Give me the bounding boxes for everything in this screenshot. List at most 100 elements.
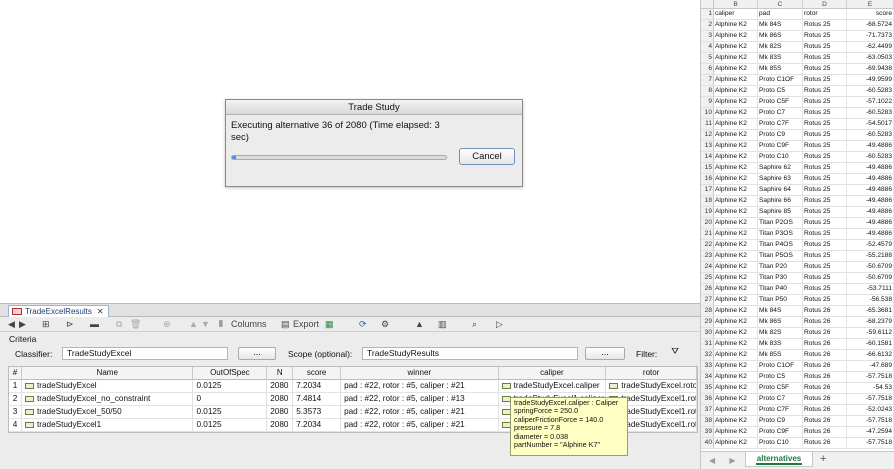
sheet-cell[interactable]: Rotus 25 bbox=[803, 251, 847, 261]
sheet-cell[interactable]: -68.5724 bbox=[847, 20, 894, 30]
sheet-cell[interactable]: -57.7518 bbox=[847, 372, 894, 382]
table-cell[interactable]: tradeStudyExcel.caliper bbox=[499, 380, 607, 392]
sheet-cell[interactable]: -68.2379 bbox=[847, 317, 894, 327]
sheet-cell[interactable]: Rotus 26 bbox=[803, 350, 847, 360]
sheet-cell[interactable]: Rotus 26 bbox=[803, 405, 847, 415]
sheet-cell[interactable]: Rotus 26 bbox=[803, 427, 847, 437]
sheet-cell[interactable]: Rotus 25 bbox=[803, 86, 847, 96]
delete-icon[interactable]: 🗑 bbox=[130, 319, 141, 330]
sheet-cell[interactable]: Alphine K2 bbox=[714, 53, 758, 63]
sheet-cell[interactable]: -60.5283 bbox=[847, 130, 894, 140]
table-cell[interactable]: 0.0125 bbox=[193, 380, 268, 392]
sheet-cell[interactable]: Rotus 26 bbox=[803, 383, 847, 393]
sheet-cell[interactable]: Alphine K2 bbox=[714, 295, 758, 305]
row-number[interactable]: 16 bbox=[701, 174, 714, 184]
row-number[interactable]: 17 bbox=[701, 185, 714, 195]
sheet-cell[interactable]: Mk 84S bbox=[758, 20, 803, 30]
move-up-icon[interactable]: ▲ bbox=[189, 319, 198, 330]
sheet-cell[interactable]: Proto C7 bbox=[758, 108, 803, 118]
sheet-cell[interactable]: Saphire 62 bbox=[758, 163, 803, 173]
sheet-cell[interactable]: Proto C5 bbox=[758, 372, 803, 382]
sheet-cell[interactable]: Alphine K2 bbox=[714, 339, 758, 349]
sheet-cell[interactable]: Proto C1OF bbox=[758, 75, 803, 85]
table-cell[interactable]: 5.3573 bbox=[293, 406, 342, 418]
table-cell[interactable]: 1 bbox=[9, 380, 22, 392]
search-icon[interactable]: ⌕ bbox=[472, 319, 477, 330]
back-arrow-icon[interactable]: ◀ bbox=[8, 319, 15, 330]
sheet-cell[interactable]: Rotus 25 bbox=[803, 185, 847, 195]
sheet-cell[interactable]: Rotus 26 bbox=[803, 361, 847, 371]
table-cell[interactable]: 4 bbox=[9, 419, 22, 431]
sheet-cell[interactable]: Alphine K2 bbox=[714, 284, 758, 294]
sheet-cell[interactable]: Rotus 25 bbox=[803, 295, 847, 305]
sheet-cell[interactable]: -57.7518 bbox=[847, 394, 894, 404]
row-number[interactable]: 31 bbox=[701, 339, 714, 349]
sheet-cell[interactable]: Rotus 26 bbox=[803, 317, 847, 327]
sheet-cell[interactable]: Saphire 66 bbox=[758, 196, 803, 206]
row-number[interactable]: 27 bbox=[701, 295, 714, 305]
row-number[interactable]: 7 bbox=[701, 75, 714, 85]
sheet-cell[interactable]: -60.5283 bbox=[847, 86, 894, 96]
sheet-cell[interactable]: Alphine K2 bbox=[714, 64, 758, 74]
sheet-cell[interactable]: -71.7373 bbox=[847, 31, 894, 41]
sheet-cell[interactable]: Mk 86S bbox=[758, 31, 803, 41]
row-number[interactable]: 9 bbox=[701, 97, 714, 107]
column-header[interactable]: B bbox=[714, 0, 758, 8]
row-number[interactable]: 34 bbox=[701, 372, 714, 382]
sheet-cell[interactable]: Alphine K2 bbox=[714, 141, 758, 151]
sheet-cell[interactable]: Rotus 25 bbox=[803, 196, 847, 206]
table-cell[interactable]: pad : #22, rotor : #5, caliper : #13 bbox=[341, 393, 499, 405]
sheet-cell[interactable]: -50.6709 bbox=[847, 262, 894, 272]
sheet-cell[interactable]: Alphine K2 bbox=[714, 427, 758, 437]
row-number[interactable]: 28 bbox=[701, 306, 714, 316]
sheet-cell[interactable]: Alphine K2 bbox=[714, 361, 758, 371]
sheet-cell[interactable]: -65.3681 bbox=[847, 306, 894, 316]
table-cell[interactable]: 2080 bbox=[267, 406, 294, 418]
sheet-cell[interactable]: Rotus 25 bbox=[803, 108, 847, 118]
sheet-cell[interactable]: -49.9599 bbox=[847, 75, 894, 85]
sheet-cell[interactable]: -56.538 bbox=[847, 295, 894, 305]
sheet-cell[interactable]: -47.689 bbox=[847, 361, 894, 371]
sheet-cell[interactable]: Alphine K2 bbox=[714, 108, 758, 118]
move-down-icon[interactable]: ▼ bbox=[201, 319, 210, 330]
sheet-cell[interactable]: Alphine K2 bbox=[714, 240, 758, 250]
sheet-cell[interactable]: Alphine K2 bbox=[714, 42, 758, 52]
sheet-cell[interactable]: -60.5283 bbox=[847, 108, 894, 118]
sheet-cell[interactable]: Mk 86S bbox=[758, 317, 803, 327]
row-number[interactable]: 14 bbox=[701, 152, 714, 162]
sheet-cell[interactable]: -60.1581 bbox=[847, 339, 894, 349]
sheet-cell[interactable]: Rotus 25 bbox=[803, 229, 847, 239]
sheet-cell[interactable]: Proto C9 bbox=[758, 416, 803, 426]
sheet-cell[interactable]: Alphine K2 bbox=[714, 438, 758, 448]
row-number[interactable]: 3 bbox=[701, 31, 714, 41]
table-cell[interactable]: tradeStudyExcel.rotor bbox=[606, 380, 698, 392]
sheet-cell[interactable]: Alphine K2 bbox=[714, 185, 758, 195]
sheet-cell[interactable]: Rotus 25 bbox=[803, 97, 847, 107]
sheet-cell[interactable]: Alphine K2 bbox=[714, 152, 758, 162]
column-header[interactable]: E bbox=[847, 0, 894, 8]
select-icon[interactable]: ⊳ bbox=[66, 319, 74, 330]
sheet-cell[interactable]: Alphine K2 bbox=[714, 416, 758, 426]
row-number[interactable]: 19 bbox=[701, 207, 714, 217]
column-header[interactable]: OutOfSpec bbox=[193, 367, 268, 379]
sheet-tab-alternatives[interactable]: alternatives bbox=[745, 452, 813, 467]
sheet-cell[interactable]: Alphine K2 bbox=[714, 207, 758, 217]
sheet-cell[interactable]: -49.4886 bbox=[847, 141, 894, 151]
row-number[interactable]: 24 bbox=[701, 262, 714, 272]
sheet-cell[interactable]: Proto C9F bbox=[758, 427, 803, 437]
table-cell[interactable]: 2080 bbox=[267, 419, 294, 431]
sheet-cell[interactable]: Mk 82S bbox=[758, 42, 803, 52]
sheet-cell[interactable]: Rotus 25 bbox=[803, 152, 847, 162]
sheet-cell[interactable]: Proto C5F bbox=[758, 97, 803, 107]
sheet-cell[interactable]: Titan P50 bbox=[758, 295, 803, 305]
sheet-cell[interactable]: Proto C7 bbox=[758, 394, 803, 404]
sheet-cell[interactable]: Rotus 25 bbox=[803, 20, 847, 30]
collapse-icon[interactable]: ▲ bbox=[415, 319, 424, 330]
sheet-cell[interactable]: -47.2594 bbox=[847, 427, 894, 437]
sheet-cell[interactable]: Rotus 26 bbox=[803, 328, 847, 338]
row-number[interactable]: 32 bbox=[701, 350, 714, 360]
sheet-cell[interactable]: Alphine K2 bbox=[714, 130, 758, 140]
sheet-cell[interactable]: Rotus 25 bbox=[803, 53, 847, 63]
sheet-cell[interactable]: Rotus 25 bbox=[803, 42, 847, 52]
sheet-cell[interactable]: Proto C9 bbox=[758, 130, 803, 140]
